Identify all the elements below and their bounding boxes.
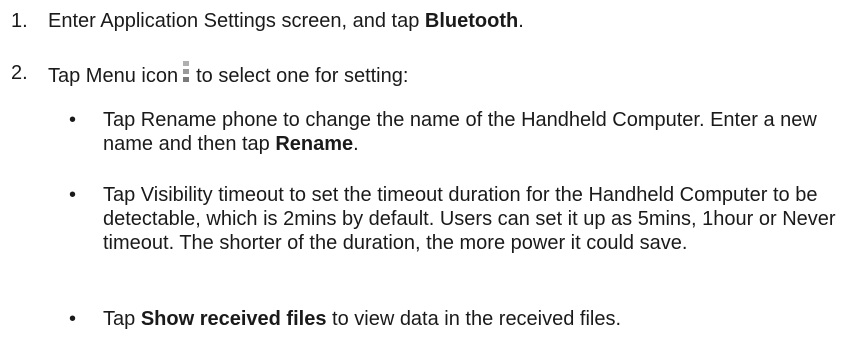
bullet-point: • [69,109,77,131]
bullet-text-part: Tap [103,308,141,330]
bullet-text: Tap Show received files to view data in … [103,307,864,331]
list-item: • Tap Visibility timeout to set the time… [69,183,864,255]
step-number: 1. [11,10,28,32]
list-item: • Tap Show received files to view data i… [69,307,864,331]
menu-icon [182,61,190,83]
bullet-bold-term: Rename [275,133,354,155]
bullet-text: Tap Rename phone to change the name of t… [103,108,864,156]
step-text-part: to select one for setting: [196,65,409,87]
bullet-bold-term: Show received files [140,308,327,330]
step-text-part: Tap Menu icon [48,65,179,87]
bullet-point: • [69,308,77,330]
bullet-point: • [69,184,77,206]
list-item: • Tap Rename phone to change the name of… [69,108,864,156]
step-1: 1. Enter Application Settings screen, an… [0,9,524,33]
step-number: 2. [11,62,28,84]
step-text-part: . [518,10,524,32]
document-page: 1. Enter Application Settings screen, an… [0,0,868,349]
step-bold-term: Bluetooth [424,10,519,32]
step-text: Tap Menu icon to select one for setting: [48,61,408,88]
bullet-text: Tap Visibility timeout to set the timeou… [103,184,836,254]
bullet-text-part: to view data in the received files. [326,308,622,330]
step-text: Enter Application Settings screen, and t… [48,9,524,33]
step-text-part: Enter Application Settings screen, and t… [48,10,425,32]
bullet-text-part: Tap Rename phone to change the name of t… [103,109,817,155]
step-2: 2. Tap Menu icon to select one for settin… [0,61,408,88]
bullet-text-part: . [353,133,359,155]
